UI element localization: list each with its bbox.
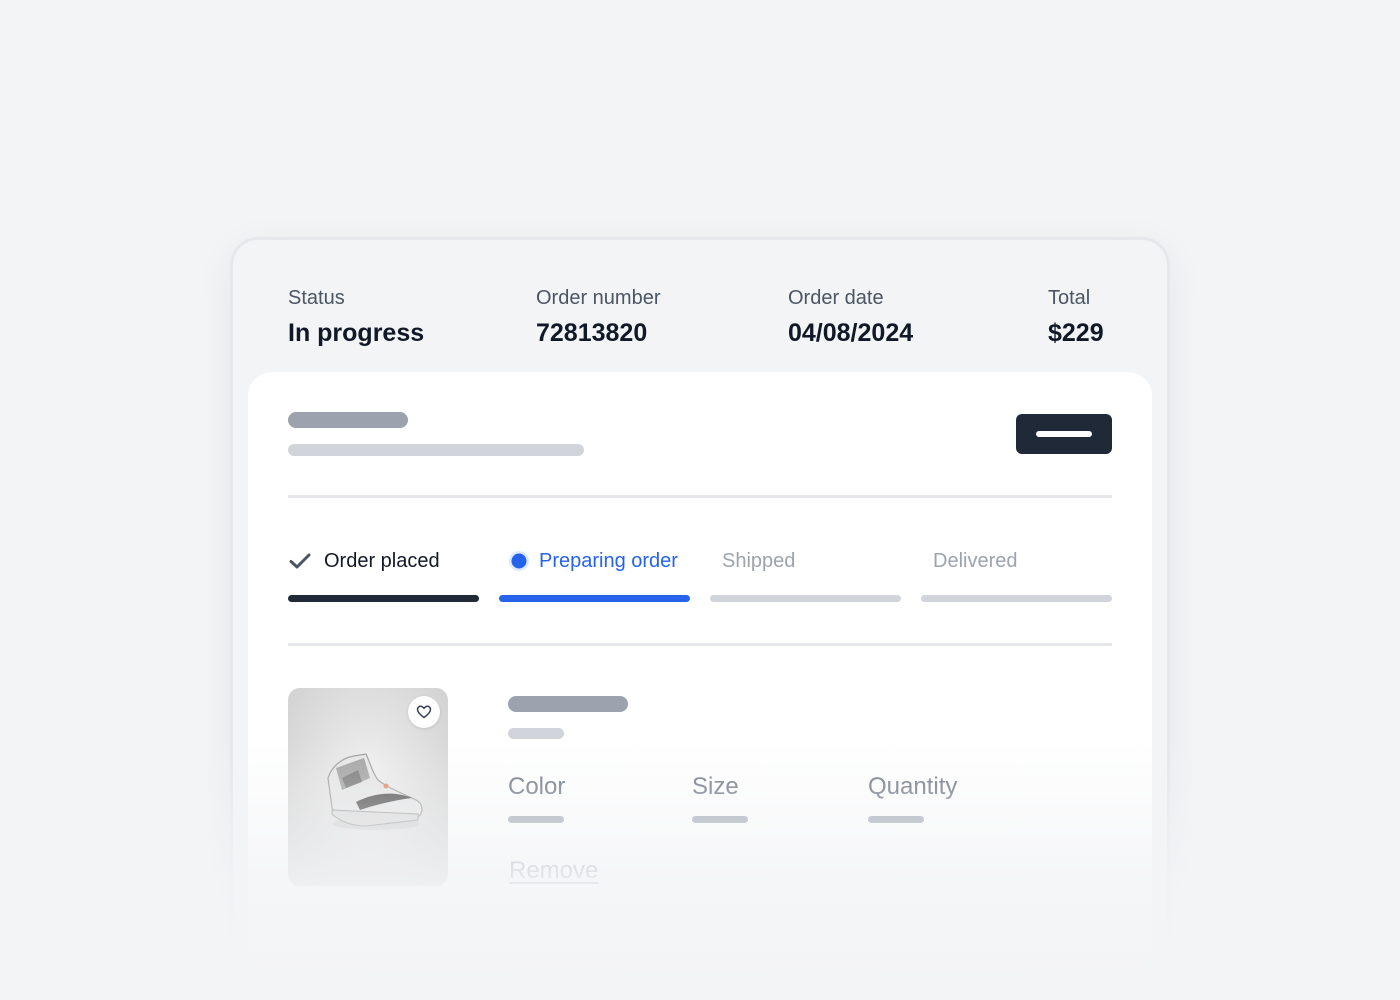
product-name-placeholder (508, 696, 628, 712)
product-thumbnail[interactable] (288, 688, 448, 886)
step-label: Order placed (324, 550, 440, 572)
total-label: Total (1048, 287, 1091, 309)
card-subtitle-placeholder (288, 444, 584, 456)
status-value: In progress (288, 319, 425, 347)
product-detail-placeholder (508, 728, 564, 739)
order-number-value: 72813820 (536, 319, 648, 347)
step-delivered: Delivered (933, 548, 1017, 574)
heart-icon (416, 705, 432, 719)
order-date-value: 04/08/2024 (788, 319, 914, 347)
step-label: Delivered (933, 550, 1018, 572)
color-label: Color (508, 773, 566, 800)
step-track-pending (921, 595, 1112, 602)
step-track-pending (710, 595, 901, 602)
step-order-placed: Order placed (288, 548, 440, 574)
order-action-button[interactable] (1016, 414, 1112, 454)
order-date-summary: Order date 04/08/2024 (788, 286, 913, 348)
size-label: Size (692, 773, 739, 800)
step-track-complete (288, 595, 479, 602)
sneaker-product-image (327, 753, 423, 830)
quantity-label: Quantity (868, 773, 958, 800)
step-preparing-order: Preparing order (508, 548, 678, 574)
quantity-value-placeholder (868, 816, 924, 823)
color-value-placeholder (508, 816, 564, 823)
status-summary: Status In progress (288, 286, 424, 348)
step-shipped: Shipped (722, 548, 795, 574)
size-value-placeholder (692, 816, 748, 823)
check-icon (289, 553, 311, 569)
order-number-summary: Order number 72813820 (536, 286, 661, 348)
button-label-placeholder (1036, 431, 1092, 437)
step-label: Preparing order (539, 550, 678, 572)
order-panel: Status In progress Order number 72813820… (230, 237, 1170, 972)
total-summary: Total $229 (1048, 286, 1104, 348)
order-number-label: Order number (536, 287, 661, 309)
remove-link[interactable]: Remove (509, 856, 598, 886)
card-title-placeholder (288, 412, 408, 428)
total-value: $229 (1048, 319, 1104, 347)
divider (288, 643, 1112, 646)
order-date-label: Order date (788, 287, 884, 309)
current-step-dot-icon (509, 551, 529, 571)
favorite-button[interactable] (408, 696, 440, 728)
status-label: Status (288, 287, 345, 309)
divider (288, 495, 1112, 498)
step-track-current (499, 595, 690, 602)
order-detail-card: Order placed Preparing order Shipped Del… (248, 372, 1152, 972)
step-label: Shipped (722, 550, 796, 572)
